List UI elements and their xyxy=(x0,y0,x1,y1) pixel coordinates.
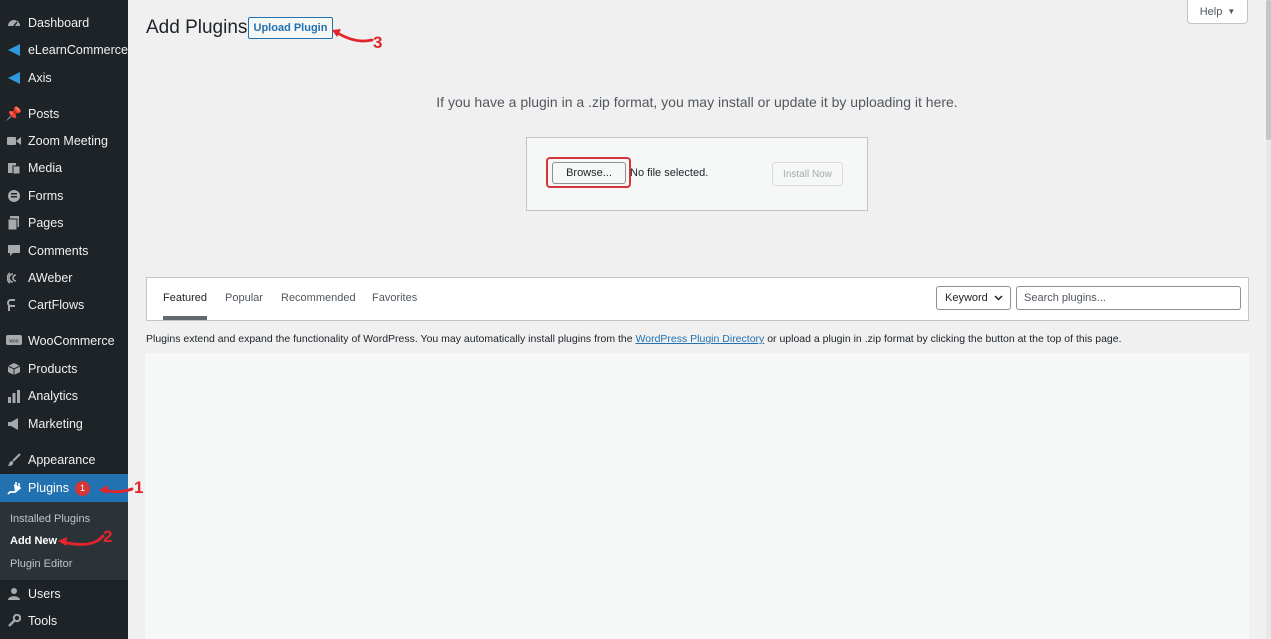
active-tab-indicator xyxy=(163,316,207,320)
chevron-down-icon xyxy=(994,292,1003,304)
pages-icon xyxy=(0,216,28,230)
sidebar-item-forms[interactable]: Forms xyxy=(0,183,128,209)
plugin-directory-link[interactable]: WordPress Plugin Directory xyxy=(636,333,765,345)
annotation-number-2: 2 xyxy=(103,527,113,546)
brush-icon xyxy=(0,453,28,467)
plugin-results-area xyxy=(145,353,1249,639)
intro-text-before: Plugins extend and expand the functional… xyxy=(146,333,636,345)
cartflows-icon xyxy=(0,298,28,312)
submenu-item-plugin-editor[interactable]: Plugin Editor xyxy=(10,558,72,570)
update-count-badge: 1 xyxy=(75,480,90,496)
video-icon xyxy=(0,136,28,146)
tab-favorites[interactable]: Favorites xyxy=(372,292,417,304)
upload-description: If you have a plugin in a .zip format, y… xyxy=(436,94,958,110)
sidebar-item-comments[interactable]: Comments xyxy=(0,238,128,264)
sidebar-item-label: Forms xyxy=(28,189,64,203)
wrench-icon xyxy=(0,614,28,628)
sidebar-item-pages[interactable]: Pages xyxy=(0,210,128,236)
media-icon xyxy=(0,161,28,175)
annotation-number-1: 1 xyxy=(134,478,144,497)
tab-popular[interactable]: Popular xyxy=(225,292,263,304)
sidebar-item-dashboard[interactable]: Dashboard xyxy=(0,10,128,36)
analytics-icon xyxy=(0,389,28,403)
page-title: Add Plugins xyxy=(146,17,248,38)
axis-icon xyxy=(0,71,28,85)
sidebar-item-label: eLearnCommerce xyxy=(27,43,128,57)
sidebar-item-aweber[interactable]: AWeber xyxy=(0,265,128,291)
sidebar-item-label: Analytics xyxy=(28,389,79,403)
help-button[interactable]: Help ▼ xyxy=(1187,0,1248,24)
tab-featured[interactable]: Featured xyxy=(163,292,207,304)
plugin-filter-bar: Featured Popular Recommended Favorites K… xyxy=(146,277,1249,321)
user-icon xyxy=(0,587,28,601)
sidebar-item-zoom-meeting[interactable]: Zoom Meeting xyxy=(0,128,128,154)
woocommerce-icon: woo xyxy=(0,335,28,347)
sidebar-item-label: Dashboard xyxy=(28,16,90,30)
forms-icon xyxy=(0,189,28,203)
search-type-select[interactable]: Keyword xyxy=(936,286,1011,310)
sidebar-item-label: Tools xyxy=(28,614,58,628)
sidebar-item-products[interactable]: Products xyxy=(0,356,128,382)
help-label: Help xyxy=(1199,5,1223,18)
sidebar-item-appearance[interactable]: Appearance xyxy=(0,447,128,473)
pushpin-icon: 📌 xyxy=(5,106,23,121)
sidebar-item-tools[interactable]: Tools xyxy=(0,608,128,634)
search-plugins-input[interactable] xyxy=(1016,286,1241,310)
sidebar-item-label: Axis xyxy=(28,71,52,85)
sidebar-item-users[interactable]: Users xyxy=(0,581,128,607)
search-type-value: Keyword xyxy=(945,292,988,304)
comment-icon xyxy=(0,244,28,258)
megaphone-icon xyxy=(0,417,28,431)
upload-plugin-button[interactable]: Upload Plugin xyxy=(248,17,333,39)
products-icon xyxy=(0,362,28,376)
submenu-item-add-new[interactable]: Add New xyxy=(10,535,57,547)
browse-button[interactable]: Browse... xyxy=(552,162,626,184)
sidebar-item-marketing[interactable]: Marketing xyxy=(0,411,128,437)
annotation-number-3: 3 xyxy=(373,33,383,52)
annotation-arrow-3 xyxy=(334,30,374,43)
caret-down-icon: ▼ xyxy=(1227,7,1236,16)
scrollbar-thumb[interactable] xyxy=(1266,0,1271,140)
file-status-text: No file selected. xyxy=(630,167,709,179)
submenu-item-installed-plugins[interactable]: Installed Plugins xyxy=(10,513,90,525)
sidebar-item-label: Marketing xyxy=(28,417,83,431)
sidebar-item-label: Users xyxy=(28,587,61,601)
sidebar-item-label: Products xyxy=(28,362,78,376)
sidebar-item-elearncommerce[interactable]: eLearnCommerce xyxy=(0,37,128,63)
plugin-icon xyxy=(0,481,28,495)
aweber-icon xyxy=(0,271,28,285)
sidebar-item-media[interactable]: Media xyxy=(0,155,128,181)
sidebar-item-label: AWeber xyxy=(28,271,73,285)
sidebar-item-label: WooCommerce xyxy=(28,334,115,348)
sidebar-item-label: Comments xyxy=(28,244,89,258)
tab-recommended[interactable]: Recommended xyxy=(281,292,356,304)
sidebar-item-label: Posts xyxy=(28,107,60,121)
sidebar-item-plugins[interactable]: Plugins 1 xyxy=(0,474,128,502)
sidebar-item-label: Media xyxy=(28,161,63,175)
install-now-button[interactable]: Install Now xyxy=(772,162,843,186)
sidebar-item-label: Appearance xyxy=(28,453,96,467)
svg-text:woo: woo xyxy=(9,339,18,345)
sidebar-item-woocommerce[interactable]: woo WooCommerce xyxy=(0,328,128,354)
sidebar-item-label: Pages xyxy=(28,216,64,230)
sidebar-item-label: Zoom Meeting xyxy=(28,134,108,148)
elearn-icon xyxy=(0,43,28,57)
sidebar-item-cartflows[interactable]: CartFlows xyxy=(0,292,128,318)
dashboard-icon xyxy=(0,16,28,30)
sidebar-item-posts[interactable]: 📌 Posts xyxy=(0,101,128,127)
sidebar-item-analytics[interactable]: Analytics xyxy=(0,383,128,409)
intro-text-after: or upload a plugin in .zip format by cli… xyxy=(764,333,1122,345)
plugins-intro-text: Plugins extend and expand the functional… xyxy=(146,333,1122,345)
sidebar-item-label: CartFlows xyxy=(28,298,85,312)
sidebar-item-axis[interactable]: Axis xyxy=(0,65,128,91)
sidebar-item-label: Plugins xyxy=(28,481,69,495)
